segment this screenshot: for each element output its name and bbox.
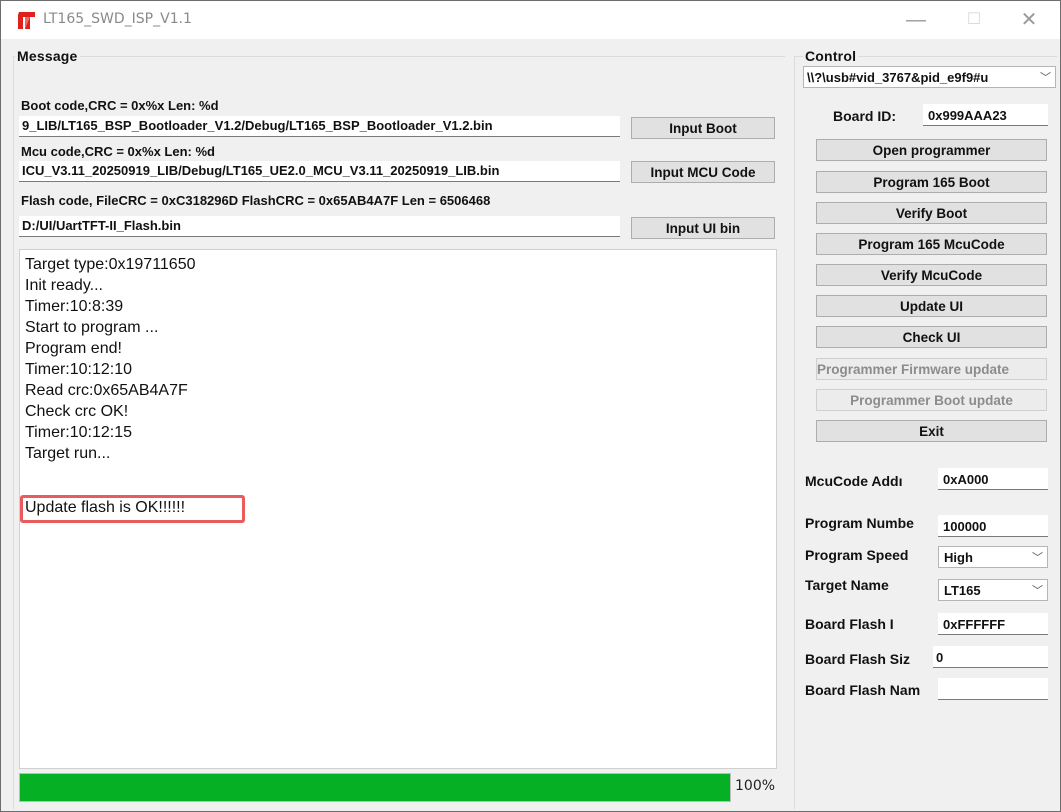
board-flash-size-label: Board Flash Siz: [805, 651, 911, 667]
board-flash-size-field[interactable]: 0: [933, 646, 1048, 668]
log-line: Target type:0x19711650: [25, 256, 196, 273]
control-group-label: Control: [803, 48, 859, 64]
log-line: Program end!: [25, 340, 122, 357]
boot-code-info: Boot code,CRC = 0x%x Len: %d: [21, 98, 219, 113]
board-flash-name-field[interactable]: [938, 678, 1048, 700]
progress-percent: 100%: [735, 778, 776, 794]
log-line: Timer:10:12:15: [25, 424, 133, 441]
log-line: Timer:10:12:10: [25, 361, 133, 378]
minimize-button[interactable]: —: [893, 1, 939, 39]
chevron-down-icon: ﹀: [1038, 67, 1051, 87]
program-boot-button[interactable]: Program 165 Boot: [816, 171, 1047, 193]
input-boot-button[interactable]: Input Boot: [631, 117, 775, 139]
window-title: LT165_SWD_ISP_V1.1: [43, 11, 192, 27]
check-ui-button[interactable]: Check UI: [816, 326, 1047, 348]
programmer-firmware-update-button[interactable]: Programmer Firmware update: [816, 358, 1047, 380]
close-button[interactable]: ✕: [1006, 1, 1052, 39]
progress-fill: [20, 774, 730, 801]
verify-boot-button[interactable]: Verify Boot: [816, 202, 1047, 224]
target-name-select[interactable]: LT165 ﹀: [938, 579, 1048, 601]
device-select-value: \\?\usb#vid_3767&pid_e9f9#u: [807, 70, 989, 85]
program-number-label: Program Numbe: [805, 515, 914, 531]
board-id-field[interactable]: 0x999AAA23: [923, 104, 1048, 126]
log-line: Check crc OK!: [25, 403, 129, 420]
board-id-label: Board ID:: [833, 108, 896, 124]
open-programmer-button[interactable]: Open programmer: [816, 139, 1047, 161]
input-ui-bin-button[interactable]: Input UI bin: [631, 217, 775, 239]
log-line: Start to program ...: [25, 319, 159, 336]
message-group-label: Message: [15, 48, 80, 64]
app-window: LT165_SWD_ISP_V1.1 — ☐ ✕ Message Boot co…: [0, 0, 1061, 812]
board-flash-id-label: Board Flash I: [805, 616, 894, 632]
input-mcu-code-button[interactable]: Input MCU Code: [631, 161, 775, 183]
program-speed-value: High: [944, 550, 973, 565]
chevron-down-icon: ﹀: [1030, 547, 1043, 567]
target-name-label: Target Name: [805, 577, 889, 593]
log-result-line: Update flash is OK!!!!!!: [25, 499, 186, 516]
program-speed-select[interactable]: High ﹀: [938, 546, 1048, 568]
program-mcucode-button[interactable]: Program 165 McuCode: [816, 233, 1047, 255]
board-flash-id-field[interactable]: 0xFFFFFF: [938, 613, 1048, 635]
boot-path-field[interactable]: 9_LIB/LT165_BSP_Bootloader_V1.2/Debug/LT…: [19, 116, 620, 137]
maximize-button[interactable]: ☐: [951, 1, 997, 39]
mcu-code-info: Mcu code,CRC = 0x%x Len: %d: [21, 144, 215, 159]
log-line: Target run...: [25, 445, 111, 462]
board-flash-name-label: Board Flash Nam: [805, 682, 921, 698]
programmer-boot-update-button[interactable]: Programmer Boot update: [816, 389, 1047, 411]
mcu-path-field[interactable]: ICU_V3.11_20250919_LIB/Debug/LT165_UE2.0…: [19, 161, 620, 182]
device-select[interactable]: \\?\usb#vid_3767&pid_e9f9#u ﹀: [803, 66, 1056, 88]
exit-button[interactable]: Exit: [816, 420, 1047, 442]
program-speed-label: Program Speed: [805, 547, 909, 563]
log-output[interactable]: Target type:0x19711650 Init ready... Tim…: [19, 249, 777, 769]
flash-path-field[interactable]: D:/UI/UartTFT-II_Flash.bin: [19, 216, 620, 237]
mcucode-addr-field[interactable]: 0xA000: [938, 468, 1048, 490]
progress-bar: [19, 773, 731, 802]
log-line: Read crc:0x65AB4A7F: [25, 382, 188, 399]
title-bar[interactable]: LT165_SWD_ISP_V1.1 — ☐ ✕: [1, 1, 1060, 39]
log-line: Timer:10:8:39: [25, 298, 124, 315]
verify-mcucode-button[interactable]: Verify McuCode: [816, 264, 1047, 286]
flash-code-info: Flash code, FileCRC = 0xC318296D FlashCR…: [21, 193, 491, 208]
update-ui-button[interactable]: Update UI: [816, 295, 1047, 317]
app-logo-icon: [18, 12, 35, 29]
target-name-value: LT165: [944, 583, 981, 598]
chevron-down-icon: ﹀: [1030, 580, 1043, 600]
mcucode-addr-label: McuCode Addı: [805, 473, 903, 489]
program-number-field[interactable]: 100000: [938, 515, 1048, 537]
log-line: Init ready...: [25, 277, 103, 294]
